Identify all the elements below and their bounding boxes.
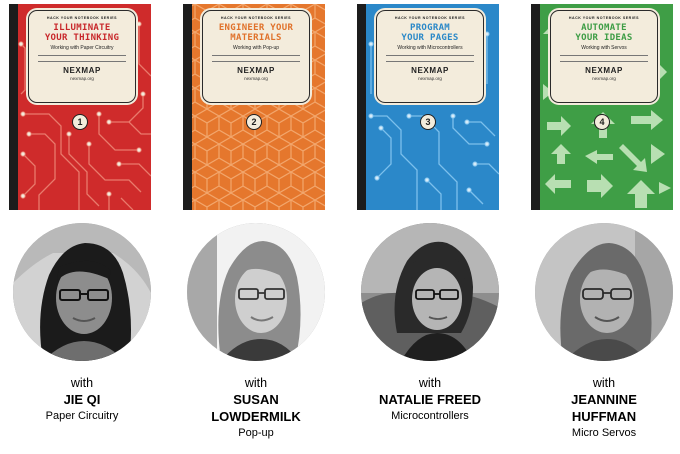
series-name: HACK YOUR NOTEBOOK SERIES (568, 16, 640, 20)
notebook-title: AUTOMATE YOUR IDEAS (551, 23, 657, 43)
notebook-column-4: HACK YOUR NOTEBOOK SERIES AUTOMATE YOUR … (531, 0, 680, 454)
write-lines (386, 55, 474, 62)
portrait-photo (361, 223, 499, 361)
series-name: HACK YOUR NOTEBOOK SERIES (220, 16, 292, 20)
with-label: with (244, 376, 268, 390)
notebook-title-line: ENGINEER YOUR (218, 23, 294, 33)
notebook-cover-4: HACK YOUR NOTEBOOK SERIES AUTOMATE YOUR … (531, 4, 673, 210)
person-name: SUSAN (233, 392, 279, 407)
nexmap-logo: NEXMAP (63, 66, 101, 75)
notebook-title: PROGRAM YOUR PAGES (377, 23, 483, 43)
notebook-column-1: HACK YOUR NOTEBOOK SERIES ILLUMINATE YOU… (9, 0, 159, 454)
notebook-cover-2: HACK YOUR NOTEBOOK SERIES ENGINEER YOUR … (183, 4, 325, 210)
notebook-spine (531, 4, 540, 210)
notebook-url: nexmap.org (244, 76, 268, 81)
nexmap-logo: NEXMAP (237, 66, 275, 75)
person-name: HUFFMAN (571, 409, 637, 424)
person-name: JIE QI (63, 392, 101, 407)
notebook-title-line: YOUR PAGES (401, 33, 459, 43)
write-lines (212, 55, 300, 62)
notebook-column-3: HACK YOUR NOTEBOOK SERIES PROGRAM YOUR P… (357, 0, 507, 454)
notebook-url: nexmap.org (418, 76, 442, 81)
notebook-number-badge: 4 (594, 114, 610, 130)
notebook-number-badge: 1 (72, 114, 88, 130)
notebook-title-line: YOUR IDEAS (575, 33, 633, 43)
write-lines (38, 55, 126, 62)
person-portrait-icon (535, 223, 673, 361)
person-topic: Microcontrollers (391, 410, 469, 422)
notebook-subtitle: Working with Paper Circuitry (50, 45, 114, 51)
nexmap-logo: NEXMAP (411, 66, 449, 75)
notebook-label: HACK YOUR NOTEBOOK SERIES ENGINEER YOUR … (202, 10, 310, 103)
with-label: with (418, 376, 442, 390)
notebook-number-badge: 2 (246, 114, 262, 130)
person-name: NATALIE FREED (378, 392, 482, 407)
portrait-photo (13, 223, 151, 361)
notebook-subtitle: Working with Pop-up (232, 45, 280, 51)
notebook-spine (357, 4, 366, 210)
portrait-photo (187, 223, 325, 361)
person-portrait-icon (13, 223, 151, 361)
notebook-url: nexmap.org (592, 76, 616, 81)
notebook-title: ENGINEER YOUR MATERIALS (203, 23, 309, 43)
notebook-title: ILLUMINATE YOUR THINKING (29, 23, 135, 43)
notebook-column-2: HACK YOUR NOTEBOOK SERIES ENGINEER YOUR … (183, 0, 333, 454)
notebook-title-line: AUTOMATE (581, 23, 627, 33)
notebook-title-line: MATERIALS (230, 33, 282, 43)
person-portrait-icon (187, 223, 325, 361)
notebook-spine (9, 4, 18, 210)
notebook-subtitle: Working with Microcontrollers (397, 45, 463, 51)
person-name: JEANNINE (571, 392, 637, 407)
person-topic: Paper Circuitry (45, 410, 119, 422)
notebook-label: HACK YOUR NOTEBOOK SERIES PROGRAM YOUR P… (376, 10, 484, 103)
notebook-label: HACK YOUR NOTEBOOK SERIES ILLUMINATE YOU… (28, 10, 136, 103)
notebook-subtitle: Working with Servos (581, 45, 627, 51)
notebook-title-line: YOUR THINKING (44, 33, 120, 43)
write-lines (560, 55, 648, 62)
notebook-number-badge: 3 (420, 114, 436, 130)
person-name: LOWDERMILK (211, 409, 301, 424)
notebook-url: nexmap.org (70, 76, 94, 81)
person-caption: with NATALIE FREED Microcontrollers (357, 376, 503, 424)
notebook-title-line: ILLUMINATE (53, 23, 111, 33)
notebook-cover-1: HACK YOUR NOTEBOOK SERIES ILLUMINATE YOU… (9, 4, 151, 210)
person-topic: Pop-up (238, 427, 274, 439)
notebook-cover-3: HACK YOUR NOTEBOOK SERIES PROGRAM YOUR P… (357, 4, 499, 210)
notebook-label: HACK YOUR NOTEBOOK SERIES AUTOMATE YOUR … (550, 10, 658, 103)
series-name: HACK YOUR NOTEBOOK SERIES (394, 16, 466, 20)
person-portrait-icon (361, 223, 499, 361)
person-caption: with SUSAN LOWDERMILK Pop-up (183, 376, 329, 441)
notebook-spine (183, 4, 192, 210)
person-topic: Micro Servos (571, 427, 637, 439)
person-caption: with JIE QI Paper Circuitry (9, 376, 155, 424)
nexmap-logo: NEXMAP (585, 66, 623, 75)
person-caption: with JEANNINE HUFFMAN Micro Servos (531, 376, 677, 441)
with-label: with (70, 376, 94, 390)
notebook-title-line: PROGRAM (409, 23, 451, 33)
portrait-photo (535, 223, 673, 361)
with-label: with (592, 376, 616, 390)
series-name: HACK YOUR NOTEBOOK SERIES (46, 16, 118, 20)
